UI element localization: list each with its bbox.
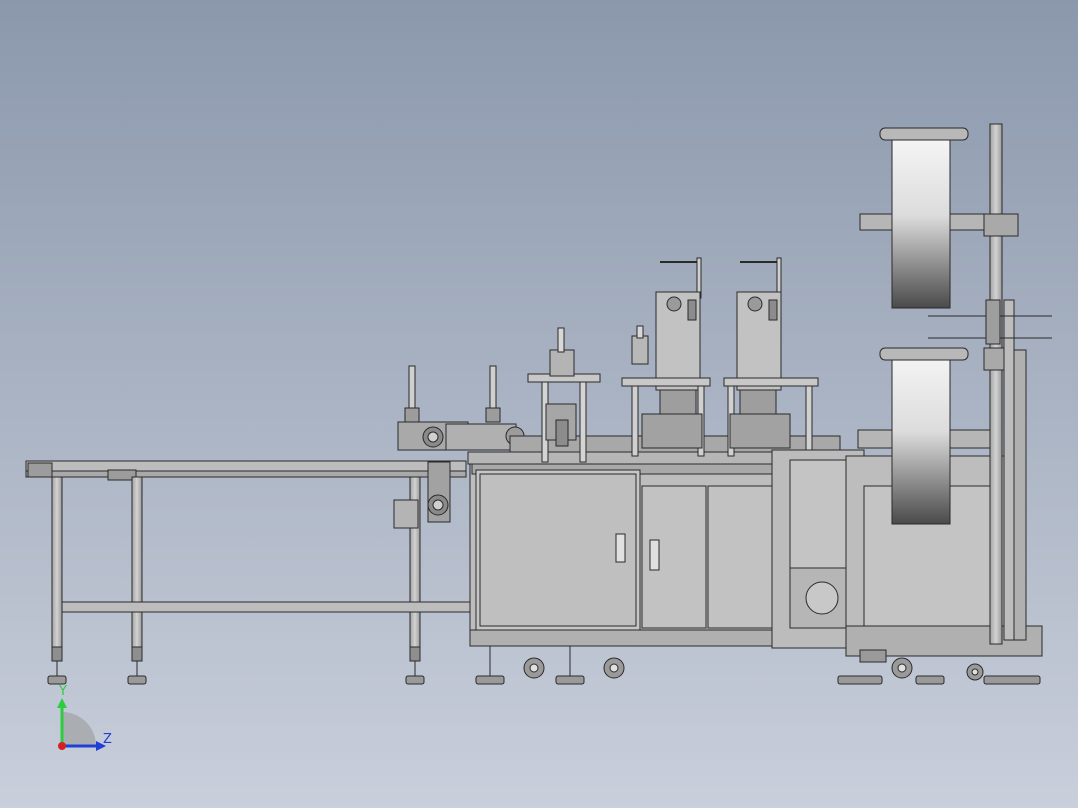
inspection-hatch — [805, 581, 839, 615]
door-handle[interactable] — [649, 539, 660, 571]
leveling-foot — [983, 675, 1041, 685]
leveling-foot — [915, 675, 945, 685]
viewport-canvas — [0, 0, 1078, 808]
door-handle[interactable] — [615, 533, 626, 563]
caster-wheel — [966, 663, 984, 681]
conveyor-leg — [131, 476, 143, 648]
conveyor-crossbar — [61, 601, 473, 613]
leveling-foot — [555, 675, 585, 685]
cad-viewport[interactable]: Y Z — [0, 0, 1078, 808]
conveyor-leg — [51, 476, 63, 648]
air-cylinder — [408, 365, 416, 413]
caster-wheel — [523, 657, 545, 679]
z-axis-label: Z — [103, 732, 112, 747]
y-axis-label: Y — [59, 684, 67, 699]
conveyor-top-rail — [25, 460, 467, 472]
air-cylinder — [489, 365, 497, 413]
caster-wheel — [603, 657, 625, 679]
leveling-foot — [837, 675, 883, 685]
x-axis-dot — [58, 742, 66, 750]
cabinet-base-rail — [469, 629, 781, 647]
conveyor-lower-rail — [25, 470, 467, 478]
conveyor-end-cap — [27, 462, 53, 478]
leveling-foot — [475, 675, 505, 685]
cabinet-door-right[interactable] — [707, 485, 775, 629]
caster-wheel — [891, 657, 913, 679]
